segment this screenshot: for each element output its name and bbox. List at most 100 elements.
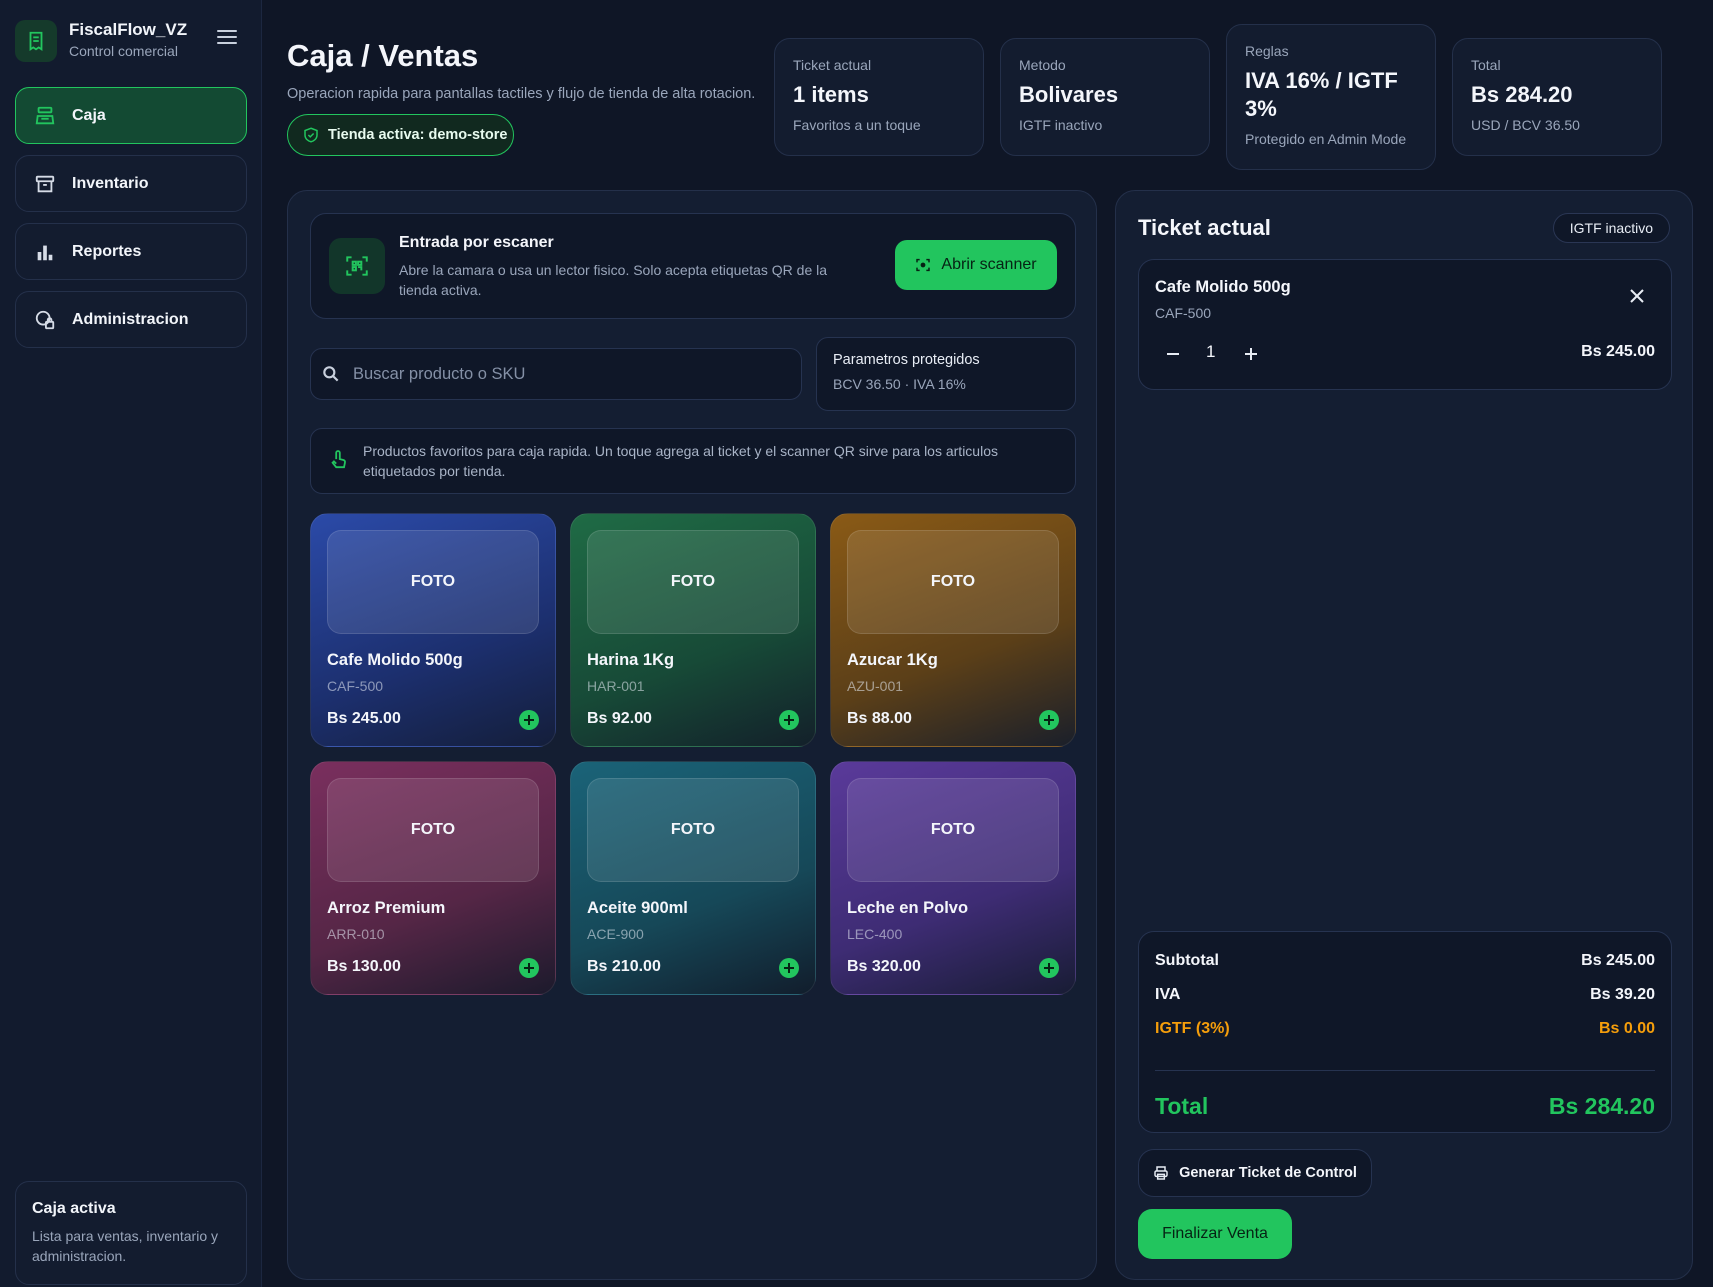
stat-note: Protegido en Admin Mode bbox=[1245, 131, 1407, 147]
brand-subtitle: Control comercial bbox=[69, 43, 178, 59]
iva-value: Bs 39.20 bbox=[1590, 986, 1655, 1003]
qr-scan-icon bbox=[329, 238, 385, 294]
sidebar-item-reportes[interactable]: Reportes bbox=[15, 223, 247, 280]
plus-icon bbox=[524, 963, 534, 973]
product-sku: LEC-400 bbox=[847, 926, 903, 942]
printer-icon bbox=[1154, 1166, 1168, 1180]
plus-icon bbox=[784, 963, 794, 973]
product-photo-placeholder: FOTO bbox=[587, 530, 799, 634]
scan-icon bbox=[916, 258, 931, 272]
protected-params-card: Parametros protegidos BCV 36.50 · IVA 16… bbox=[816, 337, 1076, 411]
product-photo-placeholder: FOTO bbox=[327, 778, 539, 882]
menu-icon[interactable] bbox=[217, 30, 237, 46]
ticket-title: Ticket actual bbox=[1138, 215, 1271, 240]
store-badge-label: Tienda activa: demo-store bbox=[328, 127, 508, 143]
stat-value: IVA 16% / IGTF 3% bbox=[1245, 68, 1398, 121]
total-value: Bs 284.20 bbox=[1548, 1092, 1655, 1119]
product-card[interactable]: FOTO Harina 1Kg HAR-001 Bs 92.00 bbox=[570, 513, 816, 747]
product-sku: CAF-500 bbox=[327, 678, 384, 694]
product-sku: ACE-900 bbox=[587, 926, 644, 942]
product-sku: HAR-001 bbox=[587, 678, 645, 694]
product-sku: ARR-010 bbox=[327, 926, 385, 942]
line-item-qty: 1 bbox=[1206, 342, 1216, 361]
increase-qty-button[interactable] bbox=[1243, 346, 1259, 362]
igtf-row: IGTF (3%) Bs 0.00 bbox=[1155, 1020, 1655, 1054]
search-icon bbox=[323, 366, 339, 382]
subtotal-label: Subtotal bbox=[1155, 952, 1219, 969]
product-photo-placeholder: FOTO bbox=[327, 530, 539, 634]
product-card[interactable]: FOTO Leche en Polvo LEC-400 Bs 320.00 bbox=[830, 761, 1076, 995]
params-value: BCV 36.50 · IVA 16% bbox=[833, 376, 966, 392]
ticket-panel: Ticket actual IGTF inactivo Cafe Molido … bbox=[1115, 190, 1693, 1280]
sidebar-item-label: Administracion bbox=[72, 310, 189, 328]
archive-box-icon bbox=[34, 173, 56, 195]
product-photo-placeholder: FOTO bbox=[847, 778, 1059, 882]
app-root: FiscalFlow_VZ Control comercial Caja Inv… bbox=[0, 0, 1713, 1287]
generate-ticket-label: Generar Ticket de Control bbox=[1179, 1165, 1357, 1181]
add-product-button[interactable] bbox=[1039, 958, 1059, 978]
product-sku: AZU-001 bbox=[847, 678, 904, 694]
sidebar-item-caja[interactable]: Caja bbox=[15, 87, 247, 144]
brand: FiscalFlow_VZ Control comercial bbox=[15, 18, 247, 63]
search-box[interactable] bbox=[310, 348, 802, 400]
sidebar-item-administracion[interactable]: Administracion bbox=[15, 291, 247, 348]
product-name: Harina 1Kg bbox=[587, 651, 675, 669]
decrease-qty-button[interactable] bbox=[1165, 346, 1181, 362]
plus-icon bbox=[1044, 963, 1054, 973]
bar-chart-icon bbox=[34, 241, 56, 263]
finalize-sale-button[interactable]: Finalizar Venta bbox=[1138, 1209, 1292, 1259]
line-item-price: Bs 245.00 bbox=[1581, 343, 1655, 360]
stat-rules: Reglas IVA 16% / IGTF 3% Protegido en Ad… bbox=[1226, 24, 1436, 170]
iva-row: IVA Bs 39.20 bbox=[1155, 986, 1655, 1020]
close-icon[interactable] bbox=[1629, 288, 1645, 309]
add-product-button[interactable] bbox=[779, 958, 799, 978]
sidebar-status-card: Caja activa Lista para ventas, inventari… bbox=[15, 1181, 247, 1285]
stat-note: IGTF inactivo bbox=[1019, 117, 1103, 133]
search-input[interactable] bbox=[353, 364, 773, 384]
totals-card: Subtotal Bs 245.00 IVA Bs 39.20 IGTF (3%… bbox=[1138, 931, 1672, 1133]
stat-label: Reglas bbox=[1245, 43, 1289, 59]
ticket-line-item: Cafe Molido 500g CAF-500 1 Bs 245.00 bbox=[1138, 259, 1672, 390]
plus-icon bbox=[1245, 348, 1257, 360]
product-card[interactable]: FOTO Aceite 900ml ACE-900 Bs 210.00 bbox=[570, 761, 816, 995]
shield-check-icon bbox=[304, 127, 318, 143]
product-card[interactable]: FOTO Azucar 1Kg AZU-001 Bs 88.00 bbox=[830, 513, 1076, 747]
subtotal-row: Subtotal Bs 245.00 bbox=[1155, 952, 1655, 986]
stat-label: Metodo bbox=[1019, 57, 1066, 73]
iva-label: IVA bbox=[1155, 986, 1181, 1003]
product-name: Aceite 900ml bbox=[587, 899, 688, 917]
plus-icon bbox=[784, 715, 794, 725]
stat-note: Favoritos a un toque bbox=[793, 117, 921, 133]
stat-method: Metodo Bolivares IGTF inactivo bbox=[1000, 38, 1210, 156]
open-scanner-button[interactable]: Abrir scanner bbox=[895, 240, 1057, 290]
product-photo-placeholder: FOTO bbox=[847, 530, 1059, 634]
product-card[interactable]: FOTO Arroz Premium ARR-010 Bs 130.00 bbox=[310, 761, 556, 995]
product-name: Arroz Premium bbox=[327, 899, 446, 917]
product-name: Cafe Molido 500g bbox=[327, 651, 463, 669]
stat-value: 1 items bbox=[793, 82, 869, 107]
receipt-icon bbox=[15, 20, 57, 62]
sales-panel: Entrada por escaner Abre la camara o usa… bbox=[287, 190, 1097, 1280]
igtf-status-badge: IGTF inactivo bbox=[1552, 213, 1670, 243]
touch-hand-icon bbox=[329, 449, 347, 476]
stat-value: Bolivares bbox=[1019, 82, 1119, 107]
generate-control-ticket-button[interactable]: Generar Ticket de Control bbox=[1138, 1149, 1372, 1197]
product-card[interactable]: FOTO Cafe Molido 500g CAF-500 Bs 245.00 bbox=[310, 513, 556, 747]
open-scanner-label: Abrir scanner bbox=[941, 256, 1037, 273]
stat-note: USD / BCV 36.50 bbox=[1471, 117, 1580, 133]
sidebar-item-label: Caja bbox=[72, 106, 106, 124]
page-subtitle: Operacion rapida para pantallas tactiles… bbox=[287, 86, 756, 102]
cash-register-icon bbox=[34, 105, 56, 127]
add-product-button[interactable] bbox=[779, 710, 799, 730]
add-product-button[interactable] bbox=[519, 958, 539, 978]
params-title: Parametros protegidos bbox=[833, 352, 980, 368]
line-item-name: Cafe Molido 500g bbox=[1155, 278, 1291, 296]
plus-icon bbox=[1044, 715, 1054, 725]
product-price: Bs 92.00 bbox=[587, 710, 652, 727]
total-label: Total bbox=[1155, 1092, 1209, 1119]
sidebar-item-inventario[interactable]: Inventario bbox=[15, 155, 247, 212]
add-product-button[interactable] bbox=[519, 710, 539, 730]
scanner-card: Entrada por escaner Abre la camara o usa… bbox=[310, 213, 1076, 319]
admin-lock-icon bbox=[34, 309, 56, 331]
add-product-button[interactable] bbox=[1039, 710, 1059, 730]
